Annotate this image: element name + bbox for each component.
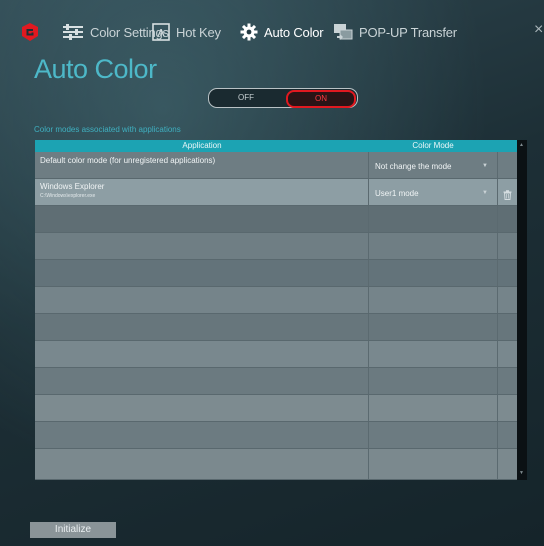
application-cell [35, 287, 369, 313]
table-row-empty [35, 287, 517, 314]
initialize-button[interactable]: Initialize [30, 522, 116, 538]
application-cell: Default color mode (for unregistered app… [35, 152, 369, 178]
scroll-up-icon[interactable]: ▲ [519, 142, 524, 148]
color-mode-dropdown[interactable]: Not change the mode ▼ [369, 152, 498, 178]
column-header-application: Application [182, 141, 222, 150]
table-row-empty [35, 341, 517, 368]
scroll-down-icon[interactable]: ▼ [519, 470, 524, 476]
table-row[interactable]: Default color mode (for unregistered app… [35, 152, 517, 179]
color-mode-cell [369, 341, 498, 367]
application-path: C:\Windows\explorer.exe [40, 193, 96, 199]
table-row-empty [35, 206, 517, 233]
app-color-table: Application Color Mode Default color mod… [35, 140, 517, 480]
page-title: Auto Color [34, 54, 157, 84]
table-row-empty [35, 422, 517, 449]
tab-pop-up-transfer[interactable]: POP-UP Transfer [333, 20, 457, 44]
delete-button[interactable] [498, 179, 517, 205]
color-mode-value: Not change the mode [375, 162, 452, 171]
table-row-empty [35, 449, 517, 480]
tab-auto-color[interactable]: Auto Color [240, 20, 324, 44]
table-row-empty [35, 368, 517, 395]
keyboard-a-icon: A [152, 23, 170, 41]
table-row[interactable]: Windows Explorer C:\Windows\explorer.exe… [35, 179, 517, 206]
application-cell [35, 368, 369, 394]
toggle-off-option[interactable]: OFF [209, 89, 283, 107]
color-mode-cell [369, 314, 498, 340]
table-header: Application Color Mode [35, 140, 517, 152]
table-row-empty [35, 233, 517, 260]
color-mode-cell [369, 395, 498, 421]
tab-label: Hot Key [176, 24, 221, 40]
application-cell [35, 206, 369, 232]
sliders-icon [62, 23, 84, 41]
tab-label: POP-UP Transfer [359, 24, 457, 40]
column-header-color-mode: Color Mode [412, 141, 454, 150]
brand-logo-icon [20, 22, 40, 42]
transfer-icon [333, 23, 353, 41]
table-row-empty [35, 314, 517, 341]
color-mode-dropdown[interactable]: User1 mode ▼ [369, 179, 498, 205]
dropdown-arrow-icon: ▼ [482, 190, 488, 196]
color-mode-cell [369, 449, 498, 479]
application-cell [35, 449, 369, 479]
tab-label: Auto Color [264, 24, 324, 40]
application-cell [35, 422, 369, 448]
close-button[interactable]: × [534, 22, 544, 38]
application-cell: Windows Explorer C:\Windows\explorer.exe [35, 179, 369, 205]
tab-hot-key[interactable]: A Hot Key [152, 20, 221, 44]
color-mode-cell [369, 233, 498, 259]
table-scrollbar[interactable]: ▲ ▼ [517, 140, 527, 480]
application-cell [35, 233, 369, 259]
toggle-on-option[interactable]: ON [286, 90, 356, 108]
color-mode-cell [369, 206, 498, 232]
color-mode-cell [369, 287, 498, 313]
delete-cell [498, 152, 517, 178]
table-row-empty [35, 395, 517, 422]
svg-text:A: A [157, 28, 165, 40]
application-cell [35, 395, 369, 421]
application-cell [35, 314, 369, 340]
section-label: Color modes associated with applications [34, 125, 181, 134]
color-mode-cell [369, 260, 498, 286]
application-name: Default color mode (for unregistered app… [40, 156, 216, 165]
color-mode-cell [369, 368, 498, 394]
table-row-empty [35, 260, 517, 287]
gear-icon [240, 23, 258, 41]
application-name: Windows Explorer [40, 182, 105, 191]
top-bar: Color Settings A Hot Key Auto Color POP-… [0, 0, 544, 62]
auto-color-toggle[interactable]: OFF ON [208, 88, 358, 108]
trash-icon [503, 187, 512, 205]
color-mode-cell [369, 422, 498, 448]
application-cell [35, 341, 369, 367]
application-cell [35, 260, 369, 286]
dropdown-arrow-icon: ▼ [482, 163, 488, 169]
color-mode-value: User1 mode [375, 189, 419, 198]
